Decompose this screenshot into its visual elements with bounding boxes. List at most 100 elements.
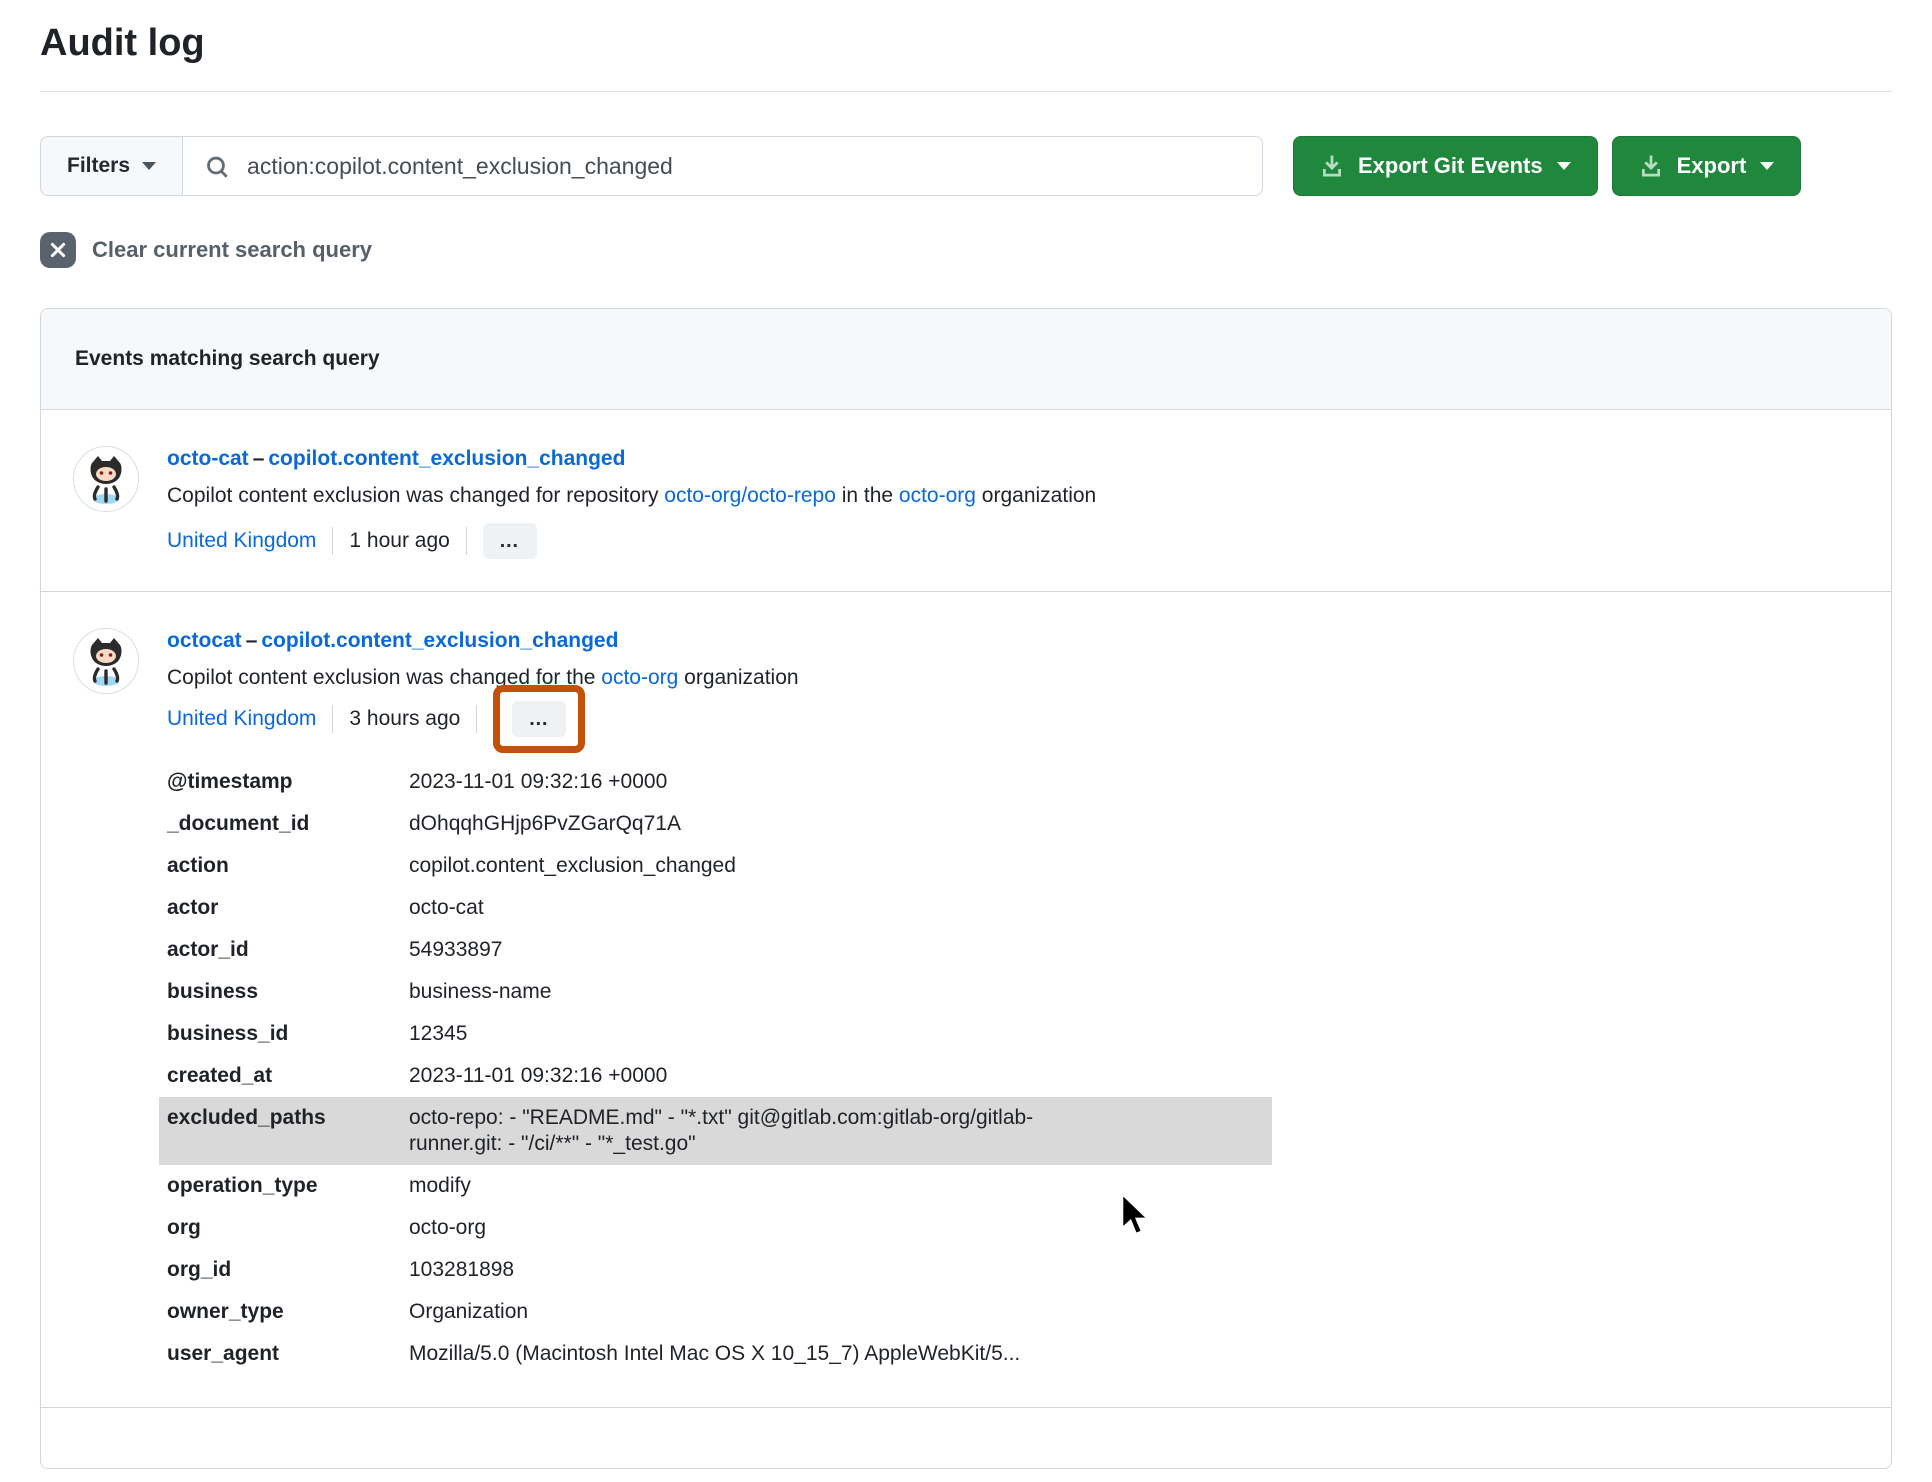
detail-key: business xyxy=(167,980,259,1003)
description-text: Copilot content exclusion was changed fo… xyxy=(167,484,665,507)
event-more-button[interactable]: … xyxy=(482,523,537,559)
detail-key: _document_id xyxy=(167,812,310,835)
detail-row: @timestamp 2023-11-01 09:32:16 +0000 xyxy=(159,761,1272,803)
octocat-avatar[interactable] xyxy=(73,628,139,694)
description-text: in the xyxy=(835,484,899,507)
event-title: octo-cat – copilot.content_exclusion_chang… xyxy=(167,446,1859,472)
detail-value: 2023-11-01 09:32:16 +0000 xyxy=(409,1064,668,1087)
event-title-separator: – xyxy=(252,447,265,470)
detail-key: org_id xyxy=(167,1258,232,1281)
detail-value: 12345 xyxy=(409,1022,468,1045)
meta-divider xyxy=(476,705,478,733)
filters-button[interactable]: Filters xyxy=(40,136,184,196)
event-body: octocat – copilot.content_exclusion_change… xyxy=(159,628,1859,1375)
description-text: organization xyxy=(975,484,1097,507)
detail-key: owner_type xyxy=(167,1300,284,1323)
detail-row: user_agent Mozilla/5.0 (Macintosh Intel … xyxy=(159,1333,1272,1375)
event-title: octocat – copilot.content_exclusion_change… xyxy=(167,628,1859,654)
clear-search-label[interactable]: Clear current search query xyxy=(92,237,372,263)
toolbar: Filters Export Git Events xyxy=(40,136,1892,196)
detail-value: Mozilla/5.0 (Macintosh Intel Mac OS X 10… xyxy=(409,1342,1021,1365)
detail-row: operation_type modify xyxy=(159,1165,1272,1207)
event-action-link[interactable]: copilot.content_exclusion_changed xyxy=(261,629,618,652)
detail-row: excluded_paths octo-repo: - "README.md" … xyxy=(159,1097,1272,1165)
page-title: Audit log xyxy=(40,22,205,64)
filter-search-group: Filters xyxy=(40,136,1263,196)
event-body: octo-cat – copilot.content_exclusion_chang… xyxy=(167,446,1859,559)
filters-button-label: Filters xyxy=(67,154,131,177)
event-description: Copilot content exclusion was changed fo… xyxy=(167,664,1859,691)
octocat-avatar[interactable] xyxy=(73,446,139,512)
event-meta: United Kingdom 1 hour ago … xyxy=(167,523,1859,559)
audit-event-row: octo-cat – copilot.content_exclusion_chang… xyxy=(41,410,1891,591)
detail-key: org xyxy=(167,1216,201,1239)
audit-log-page: Audit log Filters Export Git Events xyxy=(0,22,1932,1469)
download-icon xyxy=(1323,155,1341,177)
event-actor-link[interactable]: octo-cat xyxy=(167,447,249,470)
detail-row: actor octo-cat xyxy=(159,887,1272,929)
event-details: @timestamp 2023-11-01 09:32:16 +0000 _do… xyxy=(159,761,1272,1375)
event-title-separator: – xyxy=(245,629,258,652)
detail-row: org octo-org xyxy=(159,1207,1272,1249)
clear-search-row: Clear current search query xyxy=(40,232,1892,268)
detail-value: modify xyxy=(409,1174,471,1197)
detail-key: business_id xyxy=(167,1022,289,1045)
event-description: Copilot content exclusion was changed fo… xyxy=(167,482,1859,509)
event-action-link[interactable]: copilot.content_exclusion_changed xyxy=(268,447,625,470)
detail-key: excluded_paths xyxy=(167,1106,326,1129)
detail-key: @timestamp xyxy=(167,770,293,793)
event-more-button[interactable]: … xyxy=(512,701,567,737)
detail-value: octo-repo: - "README.md" - "*.txt" git@g… xyxy=(409,1106,1034,1155)
event-meta: United Kingdom 3 hours ago … xyxy=(167,685,1859,753)
audit-event-row-expanded: octocat – copilot.content_exclusion_change… xyxy=(41,591,1891,1407)
export-git-events-label: Export Git Events xyxy=(1358,153,1543,178)
inline-link[interactable]: octo-org xyxy=(601,666,678,689)
chevron-down-icon xyxy=(1760,162,1775,170)
inline-link[interactable]: octo-org/octo-repo xyxy=(664,484,836,507)
detail-value: 54933897 xyxy=(409,938,503,961)
export-button[interactable]: Export xyxy=(1611,136,1802,196)
detail-row: created_at 2023-11-01 09:32:16 +0000 xyxy=(159,1055,1272,1097)
detail-value: 2023-11-01 09:32:16 +0000 xyxy=(409,770,668,793)
detail-value: dOhqqhGHjp6PvZGarQq71A xyxy=(409,812,681,835)
detail-key: action xyxy=(167,854,229,877)
detail-value: copilot.content_exclusion_changed xyxy=(409,854,736,877)
detail-row: business_id 12345 xyxy=(159,1013,1272,1055)
detail-key: created_at xyxy=(167,1064,273,1087)
detail-row: action copilot.content_exclusion_changed xyxy=(159,845,1272,887)
event-location-link[interactable]: United Kingdom xyxy=(167,707,316,731)
meta-divider xyxy=(332,527,334,555)
description-text: organization xyxy=(678,666,799,689)
chevron-down-icon xyxy=(142,162,157,170)
detail-value: octo-org xyxy=(409,1216,487,1239)
detail-value: business-name xyxy=(409,980,552,1003)
event-location-link[interactable]: United Kingdom xyxy=(167,529,316,553)
circle-x-icon[interactable] xyxy=(40,232,76,268)
meta-divider xyxy=(465,527,467,555)
next-event-row-partial xyxy=(41,1408,1891,1468)
event-actor-link[interactable]: octocat xyxy=(167,629,242,652)
detail-row: org_id 103281898 xyxy=(159,1249,1272,1291)
events-panel: Events matching search query octo-cat – co… xyxy=(40,308,1892,1469)
detail-key: actor xyxy=(167,896,219,919)
event-time: 1 hour ago xyxy=(349,529,450,552)
download-icon xyxy=(1641,155,1660,177)
detail-value: 103281898 xyxy=(409,1258,515,1281)
annotation-highlight-box: … xyxy=(493,685,586,753)
title-divider xyxy=(40,91,1892,92)
meta-divider xyxy=(332,705,334,733)
detail-row: business business-name xyxy=(159,971,1272,1013)
inline-link[interactable]: octo-org xyxy=(899,484,976,507)
chevron-down-icon xyxy=(1556,162,1571,170)
detail-row: owner_type Organization xyxy=(159,1291,1272,1333)
detail-key: actor_id xyxy=(167,938,249,961)
events-panel-header: Events matching search query xyxy=(41,309,1891,410)
export-button-label: Export xyxy=(1676,153,1747,178)
detail-key: operation_type xyxy=(167,1174,318,1197)
detail-row: _document_id dOhqqhGHjp6PvZGarQq71A xyxy=(159,803,1272,845)
search-box[interactable] xyxy=(183,136,1263,196)
search-input[interactable] xyxy=(245,151,1242,181)
export-git-events-button[interactable]: Export Git Events xyxy=(1293,136,1598,196)
search-icon xyxy=(207,156,228,178)
toolbar-buttons: Export Git Events Export xyxy=(1293,136,1802,196)
